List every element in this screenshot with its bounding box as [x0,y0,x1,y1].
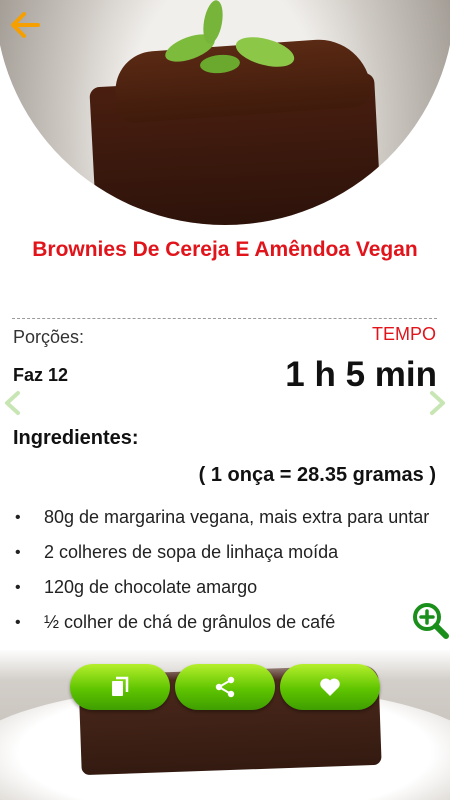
ingredients-heading: Ingredientes: [13,427,139,449]
chevron-right-icon[interactable] [426,390,448,416]
ingredient-item: 120g de chocolate amargo [13,570,433,605]
action-bar [70,664,380,712]
ingredient-item: 2 colheres de sopa de linhaça moída [13,535,433,570]
mint-garnish [165,0,295,74]
share-button[interactable] [175,664,275,710]
copy-button[interactable] [70,664,170,710]
chevron-left-icon[interactable] [2,390,24,416]
time-value: 1 h 5 min [285,355,437,394]
arrow-left-icon[interactable] [8,10,42,40]
ingredient-item: 80g de margarina vegana, mais extra para… [13,500,433,535]
recipe-title: Brownies De Cereja E Amêndoa Vegan [32,238,418,261]
favorite-button[interactable] [280,664,380,710]
servings-value: Faz 12 [13,365,69,385]
heart-icon [320,678,340,696]
zoom-in-icon[interactable] [410,600,450,640]
copy-icon [112,676,129,696]
ingredients-list: 80g de margarina vegana, mais extra para… [13,500,433,640]
unit-conversion-note: ( 1 onça = 28.35 gramas ) [198,464,436,486]
time-label: TEMPO [371,324,436,344]
servings-label: Porções: [13,327,85,347]
recipe-photo [0,0,450,225]
ingredient-item: ½ colher de chá de grânulos de café [13,605,433,640]
divider [12,318,437,319]
share-icon [215,676,235,698]
